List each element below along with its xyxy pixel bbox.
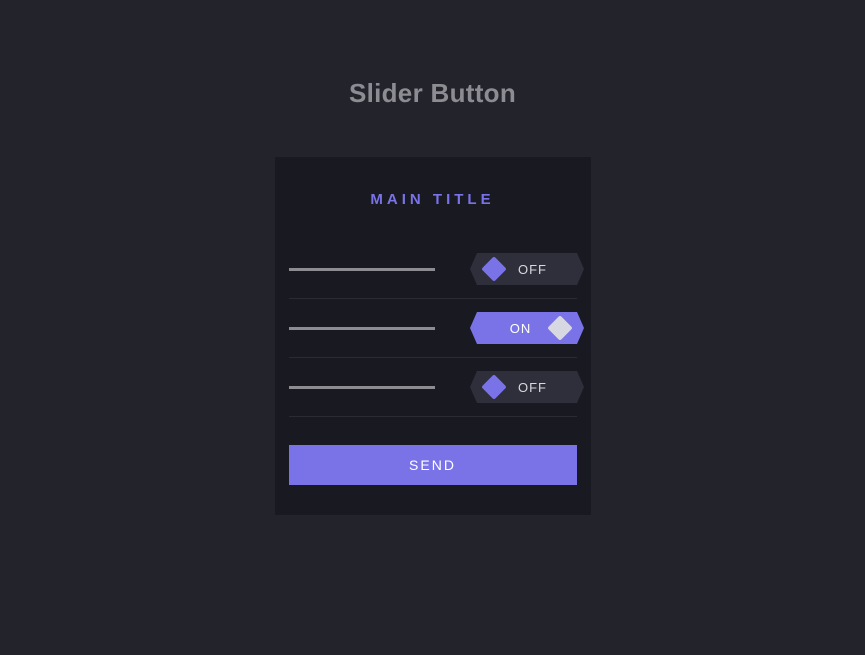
diamond-knob-icon [481, 256, 506, 281]
toggle-row: OFF [289, 358, 577, 417]
page-title: Slider Button [349, 78, 516, 109]
label-placeholder-line [289, 268, 435, 271]
toggle-row: ON [289, 299, 577, 358]
slider-toggle-3[interactable]: OFF [477, 371, 577, 403]
slider-toggle-1[interactable]: OFF [477, 253, 577, 285]
toggle-row: OFF [289, 240, 577, 299]
toggle-state-label: OFF [518, 262, 547, 277]
slider-toggle-2[interactable]: ON [477, 312, 577, 344]
diamond-knob-icon [547, 315, 572, 340]
toggle-state-label: OFF [518, 380, 547, 395]
card-title: MAIN TITLE [289, 191, 577, 208]
diamond-knob-icon [481, 374, 506, 399]
send-button[interactable]: SEND [289, 445, 577, 485]
label-placeholder-line [289, 327, 435, 330]
slider-card: MAIN TITLE OFF ON OFF SEND [275, 157, 591, 515]
toggle-state-label: ON [510, 321, 532, 336]
label-placeholder-line [289, 386, 435, 389]
